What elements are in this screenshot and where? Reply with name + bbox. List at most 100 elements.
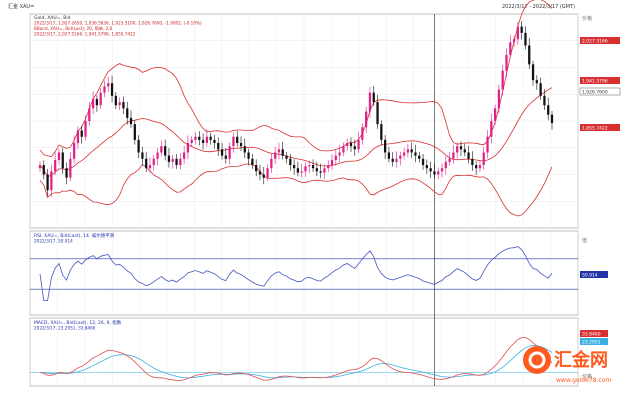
candle-body: [421, 158, 425, 166]
candle-body: [440, 168, 444, 172]
candle-body: [467, 152, 470, 159]
candle-body: [205, 136, 209, 144]
candle-body: [186, 143, 190, 153]
candle-body: [236, 136, 239, 144]
candle-body: [463, 149, 466, 153]
header-left: 汇金 XAU=: [8, 3, 34, 10]
candle-body: [349, 143, 353, 147]
candle-body: [395, 158, 398, 162]
candle-body: [509, 42, 512, 55]
logo-circle-icon: [523, 346, 551, 374]
candle-body: [198, 136, 201, 140]
candle-body: [251, 158, 254, 166]
candle-body: [160, 146, 163, 153]
main-y-axis-title: 价格: [582, 15, 592, 22]
candle-body: [145, 158, 148, 169]
candle-body: [414, 152, 417, 156]
candle-body: [88, 108, 91, 121]
candle-body: [228, 146, 231, 159]
candle-body: [46, 174, 49, 191]
candle-body: [429, 168, 432, 172]
candle-body: [383, 139, 387, 153]
candle-body: [76, 130, 80, 144]
candle-body: [292, 165, 296, 169]
candle-body: [38, 165, 42, 169]
candle-body: [482, 152, 485, 166]
candle-body: [224, 155, 227, 159]
grid-lines: [29, 14, 579, 386]
candle-body: [327, 165, 330, 169]
candle-body: [505, 54, 508, 71]
candle-body: [338, 152, 341, 156]
candle-body: [372, 92, 375, 103]
candle-body: [456, 146, 459, 153]
main-legend-line2: 2022/3/17, 1,927.2650, 1,936.5836, 1,923…: [34, 21, 202, 26]
candle-body: [65, 168, 68, 178]
candle-body: [531, 64, 535, 81]
svg-text:1,926.7600: 1,926.7600: [582, 90, 608, 96]
candle-body: [69, 158, 72, 178]
candle-body: [493, 108, 497, 121]
candle-body: [406, 149, 410, 153]
candle-body: [91, 98, 95, 109]
candle-body: [315, 168, 318, 172]
candle-body: [114, 95, 117, 106]
candle-body: [512, 39, 516, 43]
candle-body: [433, 171, 436, 175]
candle-body: [368, 92, 372, 112]
candle-body: [346, 143, 349, 147]
candle-body: [471, 158, 474, 166]
candle-body: [478, 165, 482, 169]
candle-body: [171, 158, 174, 162]
candle-body: [300, 171, 303, 173]
candle-body: [164, 146, 167, 156]
candle-body: [99, 92, 102, 106]
candle-body: [57, 152, 61, 161]
candle-body: [402, 152, 406, 156]
candle-body: [486, 136, 489, 153]
candle-body: [425, 165, 428, 169]
candle-body: [126, 108, 129, 118]
svg-text:33.8460: 33.8460: [582, 332, 601, 338]
gold-chart: 汇金 XAU= 2022/3/17 - 2022/3/17 (GMT) Gold…: [8, 0, 621, 387]
candle-body: [277, 149, 281, 153]
candle-body: [448, 158, 451, 162]
candle-body: [107, 83, 110, 87]
candle-body: [311, 165, 315, 169]
candle-body: [399, 155, 402, 159]
candle-body: [137, 139, 140, 153]
macd-legend-line2: 2022/3/17, 23.2951, 33.8460: [34, 326, 96, 331]
candle-body: [133, 124, 136, 140]
candle-body: [342, 146, 345, 153]
candle-body: [217, 143, 220, 150]
candle-body: [73, 143, 76, 159]
svg-text:2,027.5166: 2,027.5166: [582, 39, 608, 45]
candle-body: [520, 26, 523, 33]
candle-body: [353, 146, 356, 150]
candle-body: [258, 171, 262, 175]
candle-body: [501, 70, 504, 90]
rsi-value-tag: 50.914: [580, 271, 608, 279]
macd-tag-1: 33.8460: [580, 330, 608, 338]
upper-band-tag: 2,027.5166: [580, 37, 620, 45]
candle-body: [444, 161, 447, 169]
main-legend-line4: 2022/3/17, 2,027.5166, 1,941.5796, 1,855…: [34, 32, 136, 37]
candle-body: [95, 98, 99, 106]
mid-band-tag: 1,941.5796: [580, 77, 620, 85]
candle-body: [387, 152, 391, 159]
candle-body: [80, 130, 83, 137]
candle-body: [304, 166, 307, 172]
candle-body: [232, 136, 235, 147]
candle-body: [418, 155, 421, 159]
candle-body: [220, 149, 224, 156]
candle-body: [247, 152, 250, 159]
svg-text:50.914: 50.914: [582, 273, 598, 279]
candle-body: [323, 168, 326, 173]
candle-body: [266, 168, 269, 178]
candle-body: [243, 146, 246, 153]
candle-body: [209, 136, 212, 140]
candle-body: [182, 152, 186, 159]
svg-text:1,941.5796: 1,941.5796: [582, 79, 608, 85]
candle-body: [167, 155, 171, 162]
candle-body: [459, 146, 463, 150]
